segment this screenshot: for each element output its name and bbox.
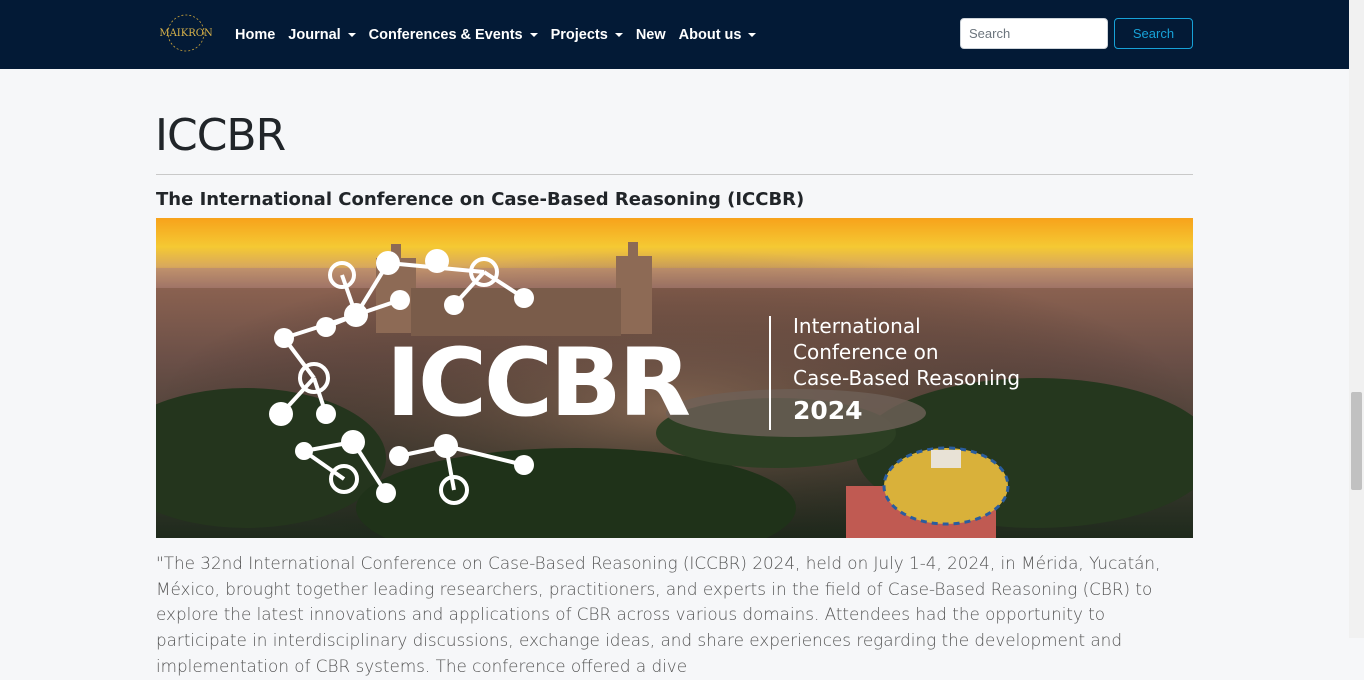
top-navbar: MAIKRON Home Journal Conferences & Event… (0, 0, 1349, 69)
nav-new-label: New (635, 26, 666, 43)
page-scrollbar[interactable] (1349, 0, 1364, 638)
maikron-logo[interactable]: MAIKRON (160, 12, 212, 54)
logo-text: MAIKRON (160, 28, 212, 39)
nav-home-label: Home (235, 26, 276, 43)
scrollbar-thumb[interactable] (1351, 392, 1362, 490)
title-divider (156, 174, 1193, 175)
search-input[interactable] (960, 18, 1108, 49)
nav-conferences-label: Conferences & Events (368, 26, 523, 43)
banner-acronym: ICCBR (386, 329, 690, 438)
nav-home[interactable]: Home (235, 27, 275, 43)
page-subtitle: The International Conference on Case-Bas… (156, 189, 805, 210)
conference-banner-image: ICCBR International Conference on Case-B… (156, 218, 1193, 538)
banner-line-2: Conference on (793, 340, 939, 364)
nav-new[interactable]: New (636, 27, 666, 43)
banner-line-1: International (793, 314, 921, 338)
search-button[interactable]: Search (1114, 18, 1193, 49)
nav-conferences-events[interactable]: Conferences & Events (369, 27, 538, 43)
main-nav: Home Journal Conferences & Events Projec… (235, 0, 769, 69)
nav-about-us[interactable]: About us (679, 27, 757, 43)
nav-about-label: About us (678, 26, 742, 43)
nav-projects-label: Projects (550, 26, 608, 43)
chevron-down-icon (529, 33, 538, 37)
page-title: ICCBR (155, 110, 286, 161)
chevron-down-icon (347, 33, 356, 37)
nav-projects[interactable]: Projects (551, 27, 623, 43)
conference-description: "The 32nd International Conference on Ca… (156, 553, 1161, 676)
banner-line-3: Case-Based Reasoning (793, 366, 1020, 390)
chevron-down-icon (748, 33, 757, 37)
banner-year: 2024 (793, 396, 863, 425)
nav-journal[interactable]: Journal (288, 26, 356, 43)
nav-journal-label: Journal (288, 26, 341, 43)
chevron-down-icon (614, 33, 623, 37)
